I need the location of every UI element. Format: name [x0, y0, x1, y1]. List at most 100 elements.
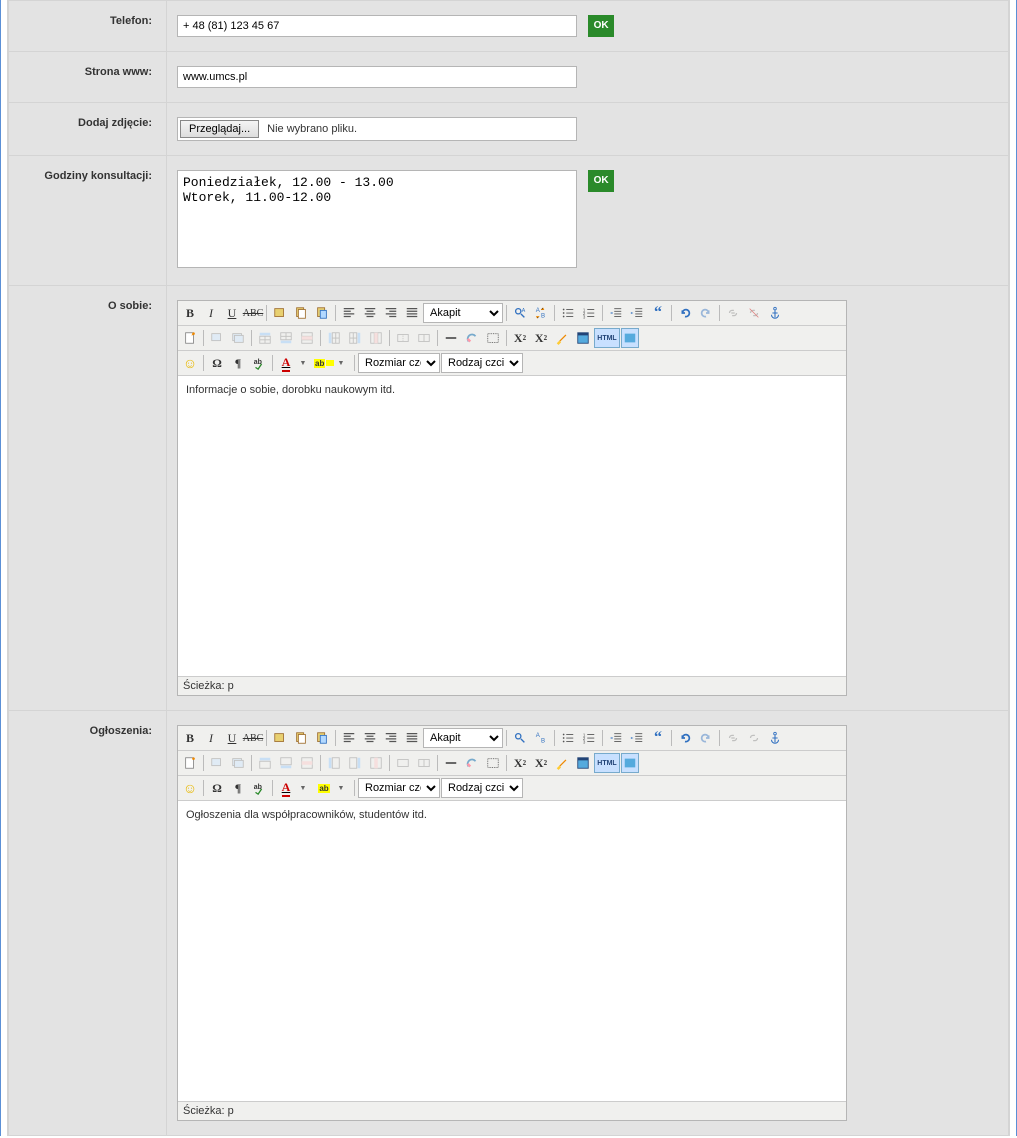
bold-icon[interactable]: B	[180, 728, 200, 748]
italic-icon[interactable]: I	[201, 303, 221, 323]
superscript-icon[interactable]: X2	[531, 753, 551, 773]
blockquote-icon[interactable]: “	[648, 303, 668, 323]
cut-icon[interactable]	[270, 728, 290, 748]
format-dropdown[interactable]: Akapit	[423, 303, 503, 323]
table-row-before-icon[interactable]	[255, 328, 275, 348]
table-col-after-icon[interactable]	[345, 328, 365, 348]
indent-icon[interactable]	[627, 728, 647, 748]
fullscreen-icon[interactable]	[573, 753, 593, 773]
table-split-icon[interactable]	[414, 753, 434, 773]
align-left-icon[interactable]	[339, 728, 359, 748]
anchor-icon[interactable]	[765, 303, 785, 323]
table-col-before-icon[interactable]	[324, 753, 344, 773]
show-blocks-icon[interactable]: ¶	[228, 353, 248, 373]
font-family-dropdown[interactable]: Rodzaj czcionk	[441, 353, 523, 373]
replace-icon[interactable]: AB	[531, 303, 551, 323]
align-left-icon[interactable]	[339, 303, 359, 323]
indent-icon[interactable]	[627, 303, 647, 323]
copy-icon[interactable]	[291, 303, 311, 323]
spell-toggle-icon[interactable]: ab	[249, 778, 269, 798]
table-row-delete-icon[interactable]	[297, 328, 317, 348]
font-family-dropdown[interactable]: Rodzaj czcionk	[441, 778, 523, 798]
italic-icon[interactable]: I	[201, 728, 221, 748]
html-popup-icon[interactable]	[621, 328, 639, 348]
hr-icon[interactable]	[441, 328, 461, 348]
table-row-delete-icon[interactable]	[297, 753, 317, 773]
table-merge-icon[interactable]	[393, 328, 413, 348]
font-size-dropdown[interactable]: Rozmiar czcion	[358, 778, 440, 798]
unlink-icon[interactable]	[744, 303, 764, 323]
strikethrough-icon[interactable]: ABC	[243, 303, 263, 323]
cut-icon[interactable]	[270, 303, 290, 323]
redo-icon[interactable]	[696, 303, 716, 323]
strona-input[interactable]	[177, 66, 577, 88]
paste-icon[interactable]	[312, 728, 332, 748]
table-row-after-icon[interactable]	[276, 753, 296, 773]
outdent-icon[interactable]	[606, 303, 626, 323]
table-row-before-icon[interactable]	[255, 753, 275, 773]
undo-icon[interactable]	[675, 303, 695, 323]
align-justify-icon[interactable]	[402, 303, 422, 323]
unordered-list-icon[interactable]	[558, 728, 578, 748]
html-popup-icon[interactable]	[621, 753, 639, 773]
emoticon-icon[interactable]: ☺	[180, 778, 200, 798]
find-icon[interactable]	[510, 728, 530, 748]
table-merge-icon[interactable]	[393, 753, 413, 773]
hr-icon[interactable]	[441, 753, 461, 773]
new-document-icon[interactable]	[180, 328, 200, 348]
bg-color-dropdown-icon[interactable]: ▼	[331, 778, 351, 798]
insert-layer-icon[interactable]	[207, 753, 227, 773]
align-center-icon[interactable]	[360, 303, 380, 323]
replace-icon[interactable]: AB	[531, 728, 551, 748]
link-icon[interactable]	[723, 728, 743, 748]
bg-color-dropdown-icon[interactable]: ▼	[331, 353, 351, 373]
special-char-icon[interactable]: Ω	[207, 353, 227, 373]
visual-aid-icon[interactable]	[483, 753, 503, 773]
table-col-after-icon[interactable]	[345, 753, 365, 773]
table-split-icon[interactable]	[414, 328, 434, 348]
unordered-list-icon[interactable]	[558, 303, 578, 323]
ordered-list-icon[interactable]: 123	[579, 728, 599, 748]
table-col-before-icon[interactable]	[324, 328, 344, 348]
ok-button-telefon[interactable]: OK	[588, 15, 614, 37]
align-center-icon[interactable]	[360, 728, 380, 748]
anchor-icon[interactable]	[765, 728, 785, 748]
table-col-delete-icon[interactable]	[366, 328, 386, 348]
underline-icon[interactable]: U	[222, 728, 242, 748]
html-icon[interactable]: HTML	[594, 328, 620, 348]
spell-toggle-icon[interactable]: ab	[249, 353, 269, 373]
special-char-icon[interactable]: Ω	[207, 778, 227, 798]
subscript-icon[interactable]: X2	[510, 328, 530, 348]
edit-layer-icon[interactable]	[228, 753, 248, 773]
ok-button-godziny[interactable]: OK	[588, 170, 614, 192]
copy-icon[interactable]	[291, 728, 311, 748]
remove-format-icon[interactable]	[462, 753, 482, 773]
editor-content-ogloszenia[interactable]: Ogłoszenia dla współpracowników, student…	[178, 801, 846, 1101]
table-row-after-icon[interactable]	[276, 328, 296, 348]
show-blocks-icon[interactable]: ¶	[228, 778, 248, 798]
ordered-list-icon[interactable]: 123	[579, 303, 599, 323]
underline-icon[interactable]: U	[222, 303, 242, 323]
redo-icon[interactable]	[696, 728, 716, 748]
new-document-icon[interactable]	[180, 753, 200, 773]
text-color-dropdown-icon[interactable]: ▼	[293, 353, 313, 373]
editor-content-o-sobie[interactable]: Informacje o sobie, dorobku naukowym itd…	[178, 376, 846, 676]
edit-layer-icon[interactable]	[228, 328, 248, 348]
html-icon[interactable]: HTML	[594, 753, 620, 773]
spellcheck-icon[interactable]	[552, 753, 572, 773]
strikethrough-icon[interactable]: ABC	[243, 728, 263, 748]
outdent-icon[interactable]	[606, 728, 626, 748]
godziny-textarea[interactable]	[177, 170, 577, 268]
link-icon[interactable]	[723, 303, 743, 323]
align-right-icon[interactable]	[381, 303, 401, 323]
text-color-dropdown-icon[interactable]: ▼	[293, 778, 313, 798]
table-col-delete-icon[interactable]	[366, 753, 386, 773]
file-browse-button[interactable]: Przeglądaj...	[180, 120, 259, 138]
fullscreen-icon[interactable]	[573, 328, 593, 348]
align-justify-icon[interactable]	[402, 728, 422, 748]
insert-layer-icon[interactable]	[207, 328, 227, 348]
superscript-icon[interactable]: X2	[531, 328, 551, 348]
telefon-input[interactable]	[177, 15, 577, 37]
remove-format-icon[interactable]	[462, 328, 482, 348]
unlink-icon[interactable]	[744, 728, 764, 748]
